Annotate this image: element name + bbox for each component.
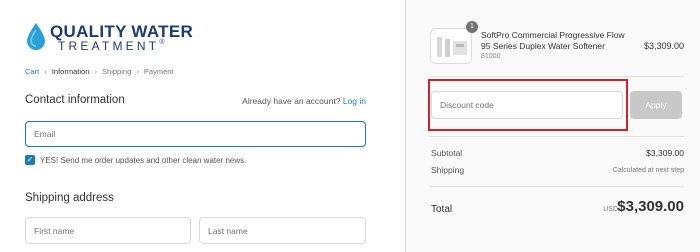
brand-logo[interactable]: QUALITY WATER TREATMENT® xyxy=(25,22,193,53)
shipping-title: Shipping address xyxy=(25,192,114,204)
water-drop-icon xyxy=(27,23,45,50)
last-name-field[interactable]: Last name xyxy=(199,217,366,244)
chevron-right-icon: › xyxy=(44,67,47,76)
currency-code: USD xyxy=(603,206,618,213)
apply-button[interactable]: Apply xyxy=(630,91,682,119)
checkmark-icon: ✓ xyxy=(26,155,34,164)
product-name: SoftPro Commercial Progressive Flow 95 S… xyxy=(481,30,625,51)
breadcrumb-cart[interactable]: Cart xyxy=(25,67,39,76)
breadcrumb-shipping: Shipping xyxy=(102,67,132,76)
breadcrumb-information: Information xyxy=(51,67,90,76)
discount-placeholder: Discount code xyxy=(440,100,494,110)
shipping-label: Shipping xyxy=(431,165,465,175)
checkout-main: QUALITY WATER TREATMENT® Cart › Informat… xyxy=(0,0,405,252)
product-image-icon xyxy=(437,37,467,57)
breadcrumb: Cart › Information › Shipping › Payment xyxy=(25,67,174,76)
newsletter-label[interactable]: YES! Send me order updates and other cle… xyxy=(40,156,246,165)
total-label: Total xyxy=(431,204,453,215)
newsletter-checkbox[interactable]: ✓ xyxy=(25,155,35,165)
email-placeholder: Email xyxy=(34,129,56,139)
login-link[interactable]: Log in xyxy=(343,96,366,106)
last-name-placeholder: Last name xyxy=(208,225,248,236)
quantity-badge: 1 xyxy=(466,21,478,33)
breadcrumb-payment: Payment xyxy=(143,67,174,76)
email-field[interactable]: Email xyxy=(25,121,366,147)
logo-line-2: TREATMENT® xyxy=(58,39,165,53)
divider xyxy=(430,76,684,77)
discount-code-field[interactable]: Discount code xyxy=(431,91,623,119)
product-price: $3,309.00 xyxy=(643,41,684,51)
chevron-right-icon: › xyxy=(136,67,139,76)
total-value: $3,309.00 xyxy=(617,198,684,215)
first-name-field[interactable]: First name xyxy=(25,217,191,244)
subtotal-label: Subtotal xyxy=(431,148,463,158)
subtotal-value: $3,309.00 xyxy=(646,148,684,158)
first-name-placeholder: First name xyxy=(34,225,75,236)
product-sku: 81000 xyxy=(481,53,501,60)
login-prompt: Already have an account? Log in xyxy=(242,96,366,106)
shipping-value: Calculated at next step xyxy=(612,167,684,174)
divider xyxy=(430,136,684,137)
product-thumbnail xyxy=(430,28,472,64)
contact-title: Contact information xyxy=(25,94,125,106)
chevron-right-icon: › xyxy=(94,67,98,76)
divider xyxy=(430,186,684,187)
